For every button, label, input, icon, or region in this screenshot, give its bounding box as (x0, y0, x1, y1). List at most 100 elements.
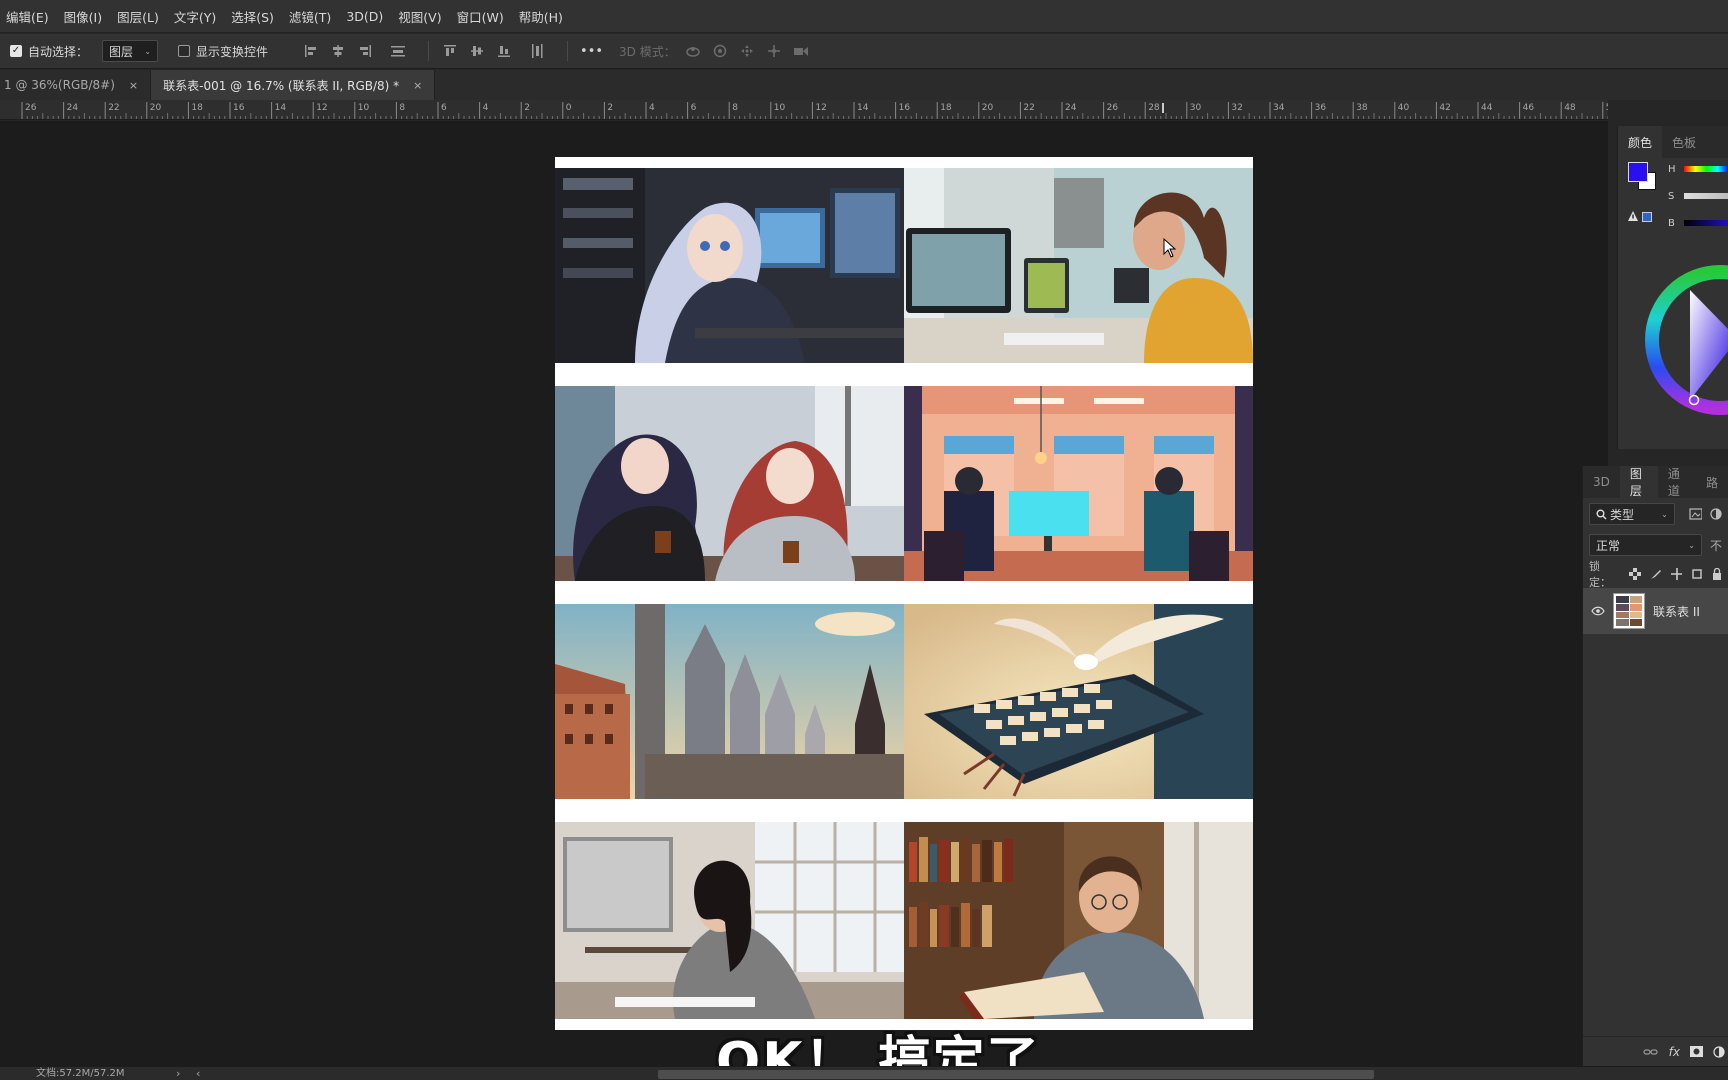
menu-3d[interactable]: 3D(D) (346, 9, 383, 24)
menu-help[interactable]: 帮助(H) (519, 7, 563, 26)
mode-3d-label: 3D 模式： (619, 44, 676, 59)
ruler-label: 48 (1564, 103, 1576, 113)
lock-all-icon[interactable] (1712, 568, 1722, 580)
align-vertical-center-icon[interactable] (468, 42, 486, 60)
menu-edit[interactable]: 编辑(E) (6, 7, 49, 26)
menu-image[interactable]: 图像(I) (64, 7, 102, 26)
menu-filter[interactable]: 滤镜(T) (289, 7, 331, 26)
ruler-label: 30 (1190, 103, 1202, 113)
tab-contact-sheet[interactable]: 联系表-001 @ 16.7% (联系表 II, RGB/8) * × (151, 70, 436, 100)
scroll-left-arrow[interactable]: ‹ (196, 1067, 200, 1080)
layer-filter-row: 类型 ⌄ (1583, 498, 1728, 530)
auto-select-target-value: 图层 (109, 44, 134, 59)
tab-layers[interactable]: 图层 (1619, 466, 1658, 498)
horizontal-scrollbar[interactable] (658, 1070, 1374, 1079)
canvas-area[interactable]: OK！ 搞定了 (0, 121, 1608, 1080)
image-filter-icon[interactable] (1689, 508, 1703, 520)
lock-position-icon[interactable] (1670, 568, 1683, 580)
ruler-label: 2 (524, 103, 530, 113)
show-transform-label: 显示变换控件 (196, 44, 269, 59)
layer-filter-value: 类型 (1596, 506, 1634, 523)
photo-pixel-art-office (904, 386, 1253, 581)
brightness-slider[interactable] (1684, 220, 1728, 226)
menu-layer[interactable]: 图层(L) (117, 7, 159, 26)
orbit-3d-icon[interactable] (684, 42, 702, 60)
slide-3d-icon[interactable] (765, 42, 783, 60)
align-left-icon[interactable] (302, 42, 320, 60)
photo-boy-reading (904, 822, 1253, 1019)
menu-select[interactable]: 选择(S) (231, 7, 274, 26)
foreground-color-swatch[interactable] (1628, 162, 1648, 182)
menu-view[interactable]: 视图(V) (398, 7, 441, 26)
ruler-label: 12 (316, 103, 327, 113)
eye-icon[interactable] (1591, 606, 1605, 616)
lock-row: 锁定： (1583, 560, 1728, 589)
horizontal-ruler[interactable]: 26 24 22 20 18 16 14 12 10 8 6 4 2 0 2 4 6 8 10 12 14 16 18 20 2… (0, 100, 1608, 120)
status-menu-arrow[interactable]: › (176, 1067, 180, 1080)
lock-transparent-pixels-icon[interactable] (1629, 568, 1642, 580)
tab-3d[interactable]: 3D (1583, 466, 1620, 498)
chevron-down-icon: ⌄ (1688, 540, 1695, 550)
lock-artboard-icon[interactable] (1691, 568, 1703, 580)
tab-paths[interactable]: 路 (1696, 466, 1728, 498)
menu-type[interactable]: 文字(Y) (174, 7, 216, 26)
close-icon[interactable]: × (413, 79, 422, 92)
layer-filter-dropdown[interactable]: 类型 ⌄ (1589, 503, 1675, 525)
ruler-label: 8 (732, 103, 738, 113)
align-right-icon[interactable] (356, 42, 374, 60)
align-top-icon[interactable] (441, 42, 459, 60)
color-panel: 颜色 色板 H S B (1617, 126, 1728, 449)
menu-bar: 编辑(E) 图像(I) 图层(L) 文字(Y) 选择(S) 滤镜(T) 3D(D… (0, 0, 1728, 33)
gamut-warning-icon[interactable] (1627, 210, 1639, 222)
lock-image-pixels-icon[interactable] (1650, 568, 1662, 580)
distribute-horizontal-icon[interactable] (528, 42, 546, 60)
auto-select-checkbox[interactable]: ✓ (10, 45, 22, 57)
options-separator (428, 41, 430, 61)
show-transform-checkbox[interactable] (178, 45, 191, 57)
opacity-label: 不 (1709, 538, 1722, 553)
ruler-label: 26 (25, 103, 37, 113)
add-mask-icon[interactable] (1690, 1046, 1703, 1057)
menu-window[interactable]: 窗口(W) (457, 7, 504, 26)
pan-3d-icon[interactable] (738, 42, 756, 60)
new-adjustment-layer-icon[interactable] (1713, 1045, 1725, 1058)
tab-swatches[interactable]: 色板 (1662, 126, 1706, 158)
adjustment-filter-icon[interactable] (1710, 508, 1722, 520)
hue-slider[interactable] (1684, 166, 1728, 172)
slider-label-h: H (1668, 164, 1676, 175)
document-size-info[interactable]: 文档:57.2M/57.2M (36, 1067, 125, 1080)
web-safe-swatch[interactable] (1642, 212, 1652, 222)
tab-document-1[interactable]: 1 @ 36%(RGB/8#) × (0, 70, 152, 100)
ruler-label: 18 (940, 103, 952, 113)
roll-3d-icon[interactable] (711, 42, 729, 60)
ruler-label: 24 (1065, 103, 1077, 113)
align-bottom-icon[interactable] (495, 42, 513, 60)
slider-label-b: B (1668, 218, 1675, 229)
auto-select-target-dropdown[interactable]: 图层 ⌄ (102, 40, 159, 62)
ruler-label: 0 (566, 103, 572, 113)
tab-label: 1 @ 36%(RGB/8#) (4, 78, 115, 92)
distribute-vertical-icon[interactable] (389, 42, 407, 60)
saturation-slider[interactable] (1684, 193, 1728, 199)
photo-woman-at-desktop (904, 168, 1253, 363)
tab-color[interactable]: 颜色 (1618, 126, 1663, 158)
options-bar: ✓ 自动选择： 图层 ⌄ 显示变换控件 ••• 3D 模式： (0, 34, 1728, 69)
ruler-label: 20 (150, 103, 162, 113)
blend-mode-value: 正常 (1596, 538, 1621, 553)
document-canvas[interactable] (555, 157, 1253, 1030)
tab-channels[interactable]: 通道 (1658, 466, 1696, 498)
more-options-button[interactable]: ••• (580, 44, 603, 59)
document-tabs: 1 @ 36%(RGB/8#) × 联系表-001 @ 16.7% (联系表 I… (0, 70, 1728, 100)
photo-city-skyline (555, 604, 904, 799)
blend-mode-row: 正常 ⌄ 不 (1583, 530, 1728, 560)
color-wheel[interactable] (1640, 260, 1728, 420)
link-layers-icon[interactable] (1643, 1047, 1659, 1057)
scale-3d-icon[interactable] (792, 42, 810, 60)
layer-row[interactable]: 联系表 II (1583, 588, 1728, 634)
close-icon[interactable]: × (129, 79, 138, 92)
fx-icon[interactable]: fx (1669, 1045, 1680, 1059)
blend-mode-dropdown[interactable]: 正常 ⌄ (1589, 534, 1702, 556)
options-separator-2 (567, 41, 569, 61)
layer-filter-label: 类型 (1610, 507, 1635, 522)
align-horizontal-center-icon[interactable] (329, 42, 347, 60)
